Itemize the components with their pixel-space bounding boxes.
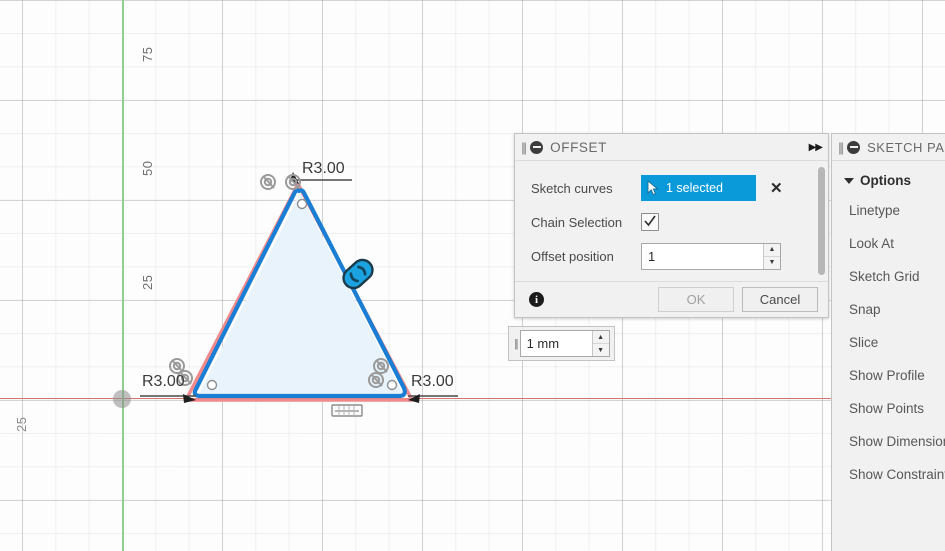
offset-position-row: Offset position 1 ▲ ▼ (515, 239, 828, 273)
clear-selection-icon[interactable]: ✕ (770, 181, 783, 196)
offset-position-value: 1 (648, 248, 656, 264)
sketch-palette-title: SKETCH PALETTE (867, 139, 945, 155)
chain-selection-label: Chain Selection (531, 214, 623, 230)
offset-position-input[interactable]: 1 ▲ ▼ (641, 242, 781, 270)
palette-item-sketch-grid[interactable]: Sketch Grid (832, 260, 945, 293)
stepper-up-icon[interactable]: ▲ (592, 331, 609, 344)
offset-dialog: ||| OFFSET ▶▶ Sketch curves 1 selected ✕… (514, 133, 829, 318)
sketch-curves-selection-chip[interactable]: 1 selected (641, 175, 756, 201)
stepper-down-icon[interactable]: ▼ (764, 257, 780, 269)
radius-dimension-label-bottom-left[interactable]: R3.00 (142, 373, 185, 391)
offset-dialog-header[interactable]: ||| OFFSET ▶▶ (515, 134, 828, 161)
selection-count-label: 1 selected (666, 181, 723, 195)
offset-distance-floating-input[interactable]: ||| 1 mm ▲ ▼ (508, 326, 615, 361)
x-axis-line (0, 398, 945, 399)
offset-dialog-footer: i OK Cancel (515, 282, 828, 317)
axis-tick-label-75: 75 (140, 46, 155, 62)
y-axis-line (122, 0, 124, 551)
offset-dialog-body: Sketch curves 1 selected ✕ Chain Selecti… (515, 161, 828, 282)
checkmark-icon (644, 215, 656, 227)
axis-tick-label-50: 50 (140, 160, 155, 176)
axis-tick-label-minus-25: 25 (14, 416, 29, 432)
sketch-curves-row: Sketch curves 1 selected ✕ (515, 171, 828, 205)
stepper-up-icon[interactable]: ▲ (764, 244, 780, 257)
cursor-arrow-icon (647, 180, 659, 196)
axis-tick-label-25: 25 (140, 274, 155, 290)
minus-circle-icon[interactable] (530, 140, 544, 154)
palette-item-snap[interactable]: Snap (832, 293, 945, 326)
chain-selection-row: Chain Selection (515, 205, 828, 239)
offset-dialog-title: OFFSET (550, 139, 607, 155)
sketch-curves-label: Sketch curves (531, 180, 613, 196)
options-section-label: Options (860, 173, 911, 188)
stepper-down-icon[interactable]: ▼ (593, 344, 609, 356)
palette-item-look-at[interactable]: Look At (832, 227, 945, 260)
offset-distance-input[interactable]: 1 mm ▲ ▼ (519, 330, 610, 357)
palette-item-show-dimensions[interactable]: Show Dimensions (832, 425, 945, 458)
palette-item-linetype[interactable]: Linetype (832, 194, 945, 227)
palette-item-slice[interactable]: Slice (832, 326, 945, 359)
radius-dimension-label-bottom-right[interactable]: R3.00 (411, 373, 454, 391)
radius-dimension-label-top[interactable]: R3.00 (302, 160, 345, 178)
drag-grip-icon[interactable]: ||| (514, 338, 518, 350)
minus-circle-icon[interactable] (847, 140, 861, 154)
offset-dialog-scrollbar[interactable] (818, 167, 825, 275)
double-chevron-right-icon[interactable]: ▶▶ (809, 142, 823, 153)
palette-item-show-points[interactable]: Show Points (832, 392, 945, 425)
ok-button[interactable]: OK (658, 287, 734, 312)
sketch-palette-panel: ||| SKETCH PALETTE Options Linetype Look… (831, 133, 945, 551)
sketch-palette-header[interactable]: ||| SKETCH PALETTE (832, 134, 945, 161)
sketch-origin-point[interactable] (113, 390, 131, 408)
drag-grip-icon[interactable]: ||| (521, 141, 527, 154)
offset-distance-stepper[interactable]: ▲ ▼ (591, 331, 609, 356)
dialog-action-buttons: OK Cancel (658, 287, 818, 312)
chevron-down-icon (844, 177, 854, 184)
chain-selection-checkbox[interactable] (641, 213, 659, 231)
palette-item-show-profile[interactable]: Show Profile (832, 359, 945, 392)
cancel-button[interactable]: Cancel (742, 287, 818, 312)
cad-application-window: 75 50 25 25 R3.00 R3.00 R3.00 ||| OFFSET… (0, 0, 945, 551)
offset-position-label: Offset position (531, 248, 614, 264)
info-icon[interactable]: i (529, 292, 544, 307)
offset-distance-value: 1 mm (526, 336, 560, 351)
palette-item-show-constraints[interactable]: Show Constraints (832, 458, 945, 491)
drag-grip-icon[interactable]: ||| (838, 141, 844, 154)
offset-position-stepper[interactable]: ▲ ▼ (763, 243, 780, 269)
options-section-header[interactable]: Options (832, 161, 945, 194)
